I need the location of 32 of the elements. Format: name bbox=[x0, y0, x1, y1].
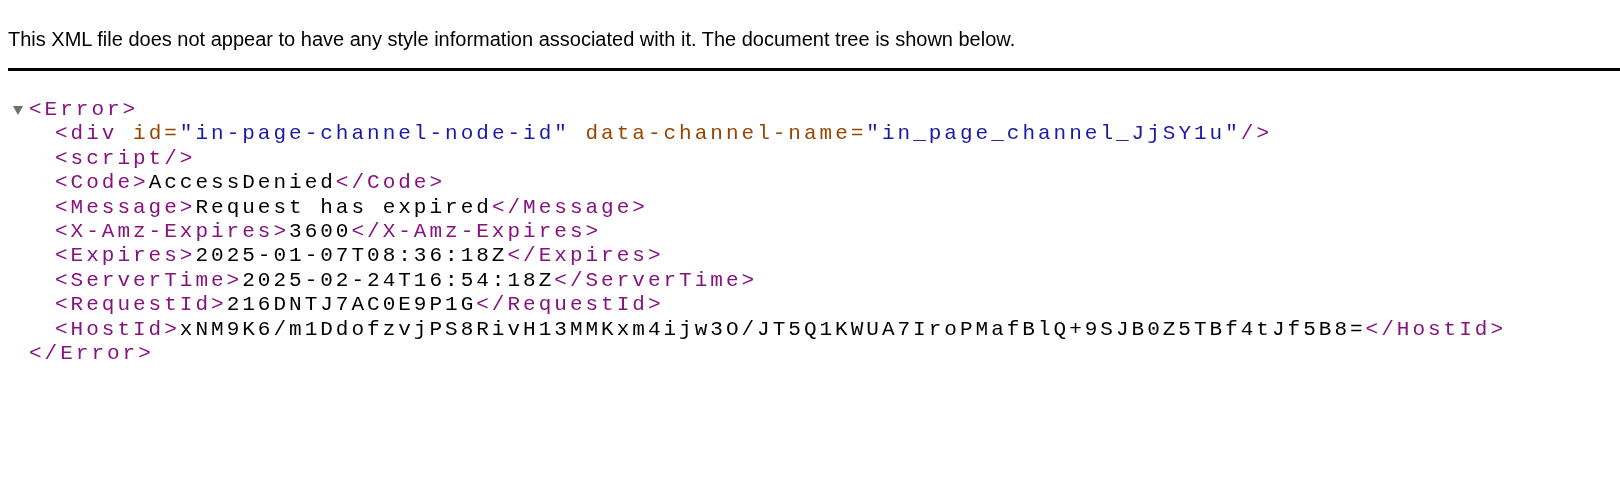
xml-tag: </Message> bbox=[491, 195, 648, 219]
xml-tag: <X-Amz-Expires> bbox=[55, 220, 290, 244]
xml-tag: <div bbox=[55, 122, 118, 146]
xml-tag: <Error> bbox=[29, 98, 139, 123]
xml-text: xNM9K6/m1DdofzvjPS8RivH13MMKxm4ijw3O/JT5Q1KWUA7IroPMafBlQ+9SJB0Z5TBf4tJf5B8= bbox=[179, 317, 1366, 341]
xml-tag: </ServerTime> bbox=[554, 268, 758, 292]
xml-attribute-name: data-channel-name= bbox=[584, 122, 867, 146]
xml-text: 3600 bbox=[289, 220, 352, 244]
xml-tag: </HostId> bbox=[1365, 317, 1506, 341]
xml-tag: <Message> bbox=[55, 195, 196, 219]
xml-tag: <ServerTime> bbox=[55, 268, 243, 292]
xml-text: 2025-02-24T16:54:18Z bbox=[242, 268, 555, 292]
xml-text: Request has expired bbox=[195, 195, 492, 219]
xml-tag: </Expires> bbox=[507, 244, 664, 268]
xml-attribute-value: "in_page_channel_JjSY1u" bbox=[866, 122, 1241, 146]
xml-text: 216DNTJ7AC0E9P1G bbox=[226, 293, 477, 317]
xml-tag: <Code> bbox=[55, 171, 149, 195]
xml-tag: <Expires> bbox=[55, 244, 196, 268]
xml-tag: </Error> bbox=[29, 342, 154, 366]
xml-tag: </Code> bbox=[335, 171, 446, 195]
xml-attribute-name: id= bbox=[132, 122, 180, 146]
collapse-triangle-icon[interactable] bbox=[12, 104, 24, 117]
xml-tag: </X-Amz-Expires> bbox=[351, 220, 602, 244]
xml-tag: /> bbox=[1240, 122, 1273, 146]
xml-tag: </RequestId> bbox=[476, 293, 664, 317]
xml-style-notice: This XML file does not appear to have any style information associated with it. The document tree is shown below. bbox=[8, 27, 1017, 52]
xml-tag: <RequestId> bbox=[55, 293, 227, 317]
xml-tag: <script/> bbox=[55, 146, 196, 170]
xml-text: AccessDenied bbox=[148, 171, 336, 195]
xml-attribute-value: "in-page-channel-node-id" bbox=[179, 122, 570, 146]
xml-text: 2025-01-07T08:36:18Z bbox=[195, 244, 508, 268]
xml-tag: <HostId> bbox=[55, 317, 180, 341]
